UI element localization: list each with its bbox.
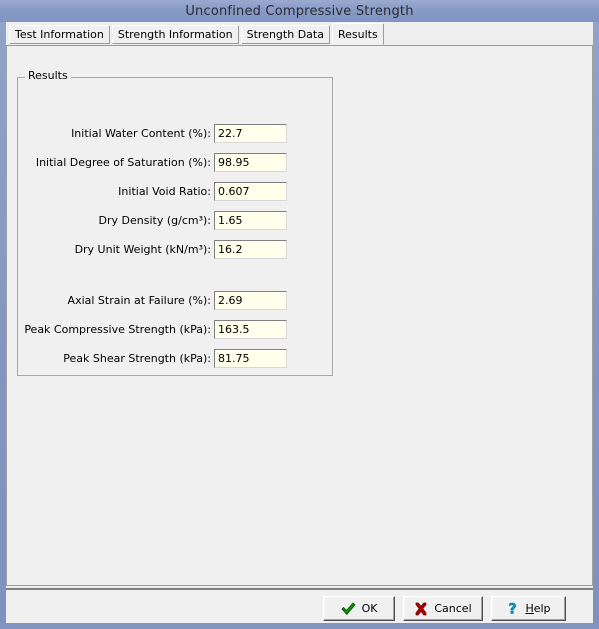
result-row: Peak Compressive Strength (kPa): 163.5 <box>7 320 323 340</box>
result-row: Peak Shear Strength (kPa): 81.75 <box>7 349 323 369</box>
ok-button-label: OK <box>361 602 378 615</box>
result-row: Initial Degree of Saturation (%): 98.95 <box>7 153 323 173</box>
result-row-label: Initial Water Content (%): <box>71 127 211 140</box>
window-title: Unconfined Compressive Strength <box>185 3 414 19</box>
result-row-value-field[interactable]: 81.75 <box>214 349 287 368</box>
result-row-label: Initial Void Ratio: <box>118 185 211 198</box>
result-row-value-field[interactable]: 16.2 <box>214 240 287 259</box>
result-row-label: Dry Density (g/cm³): <box>98 214 211 227</box>
tab-results[interactable]: Results <box>331 23 384 45</box>
tab-label: Test Information <box>15 28 104 41</box>
help-button-label: Help <box>525 602 550 615</box>
result-row-value-field[interactable]: 1.65 <box>214 211 287 230</box>
tab-strength-information[interactable]: Strength Information <box>111 25 239 44</box>
result-row-value-field[interactable]: 0.607 <box>214 182 287 201</box>
result-row-value-field[interactable]: 2.69 <box>214 291 287 310</box>
help-accel-letter: H <box>525 602 534 615</box>
title-bar: Unconfined Compressive Strength <box>0 0 599 22</box>
tab-strip: Test Information Strength Information St… <box>6 22 593 46</box>
result-row: Dry Density (g/cm³): 1.65 <box>7 211 323 231</box>
help-button[interactable]: ? Help <box>491 596 566 621</box>
cancel-button-label: Cancel <box>434 602 472 615</box>
tab-label: Strength Information <box>117 28 233 41</box>
dialog-client-area: Test Information Strength Information St… <box>6 22 593 625</box>
dialog-window: Unconfined Compressive Strength Test Inf… <box>0 0 599 629</box>
green-check-icon <box>341 602 356 616</box>
window-frame-bottom <box>0 623 599 629</box>
dialog-button-bar: OK Cancel ? Help <box>6 588 593 625</box>
tab-strength-data[interactable]: Strength Data <box>240 25 330 44</box>
tab-page-results: Results Initial Water Content (%): 22.7 In… <box>6 45 593 586</box>
result-row-value-field[interactable]: 163.5 <box>214 320 287 339</box>
blue-question-mark-icon: ? <box>506 601 519 618</box>
tab-test-information[interactable]: Test Information <box>9 25 110 44</box>
result-row: Initial Void Ratio: 0.607 <box>7 182 323 202</box>
tab-label: Results <box>337 27 378 41</box>
result-row-label: Peak Compressive Strength (kPa): <box>24 323 211 336</box>
tab-label: Strength Data <box>246 28 324 41</box>
help-label-rest: elp <box>533 602 551 615</box>
result-row-value-field[interactable]: 22.7 <box>214 124 287 143</box>
cancel-button[interactable]: Cancel <box>403 596 483 621</box>
result-row: Initial Water Content (%): 22.7 <box>7 124 323 144</box>
result-row-label: Dry Unit Weight (kN/m³): <box>74 243 211 256</box>
result-row-label: Initial Degree of Saturation (%): <box>35 156 211 169</box>
result-row-value-field[interactable]: 98.95 <box>214 153 287 172</box>
result-row: Axial Strain at Failure (%): 2.69 <box>7 291 323 311</box>
results-group-label: Results <box>25 70 71 82</box>
result-row-label: Axial Strain at Failure (%): <box>67 294 211 307</box>
result-row: Dry Unit Weight (kN/m³): 16.2 <box>7 240 323 260</box>
ok-button[interactable]: OK <box>323 596 395 621</box>
svg-text:?: ? <box>509 602 517 617</box>
result-row-label: Peak Shear Strength (kPa): <box>63 352 211 365</box>
red-cross-icon <box>414 602 428 616</box>
